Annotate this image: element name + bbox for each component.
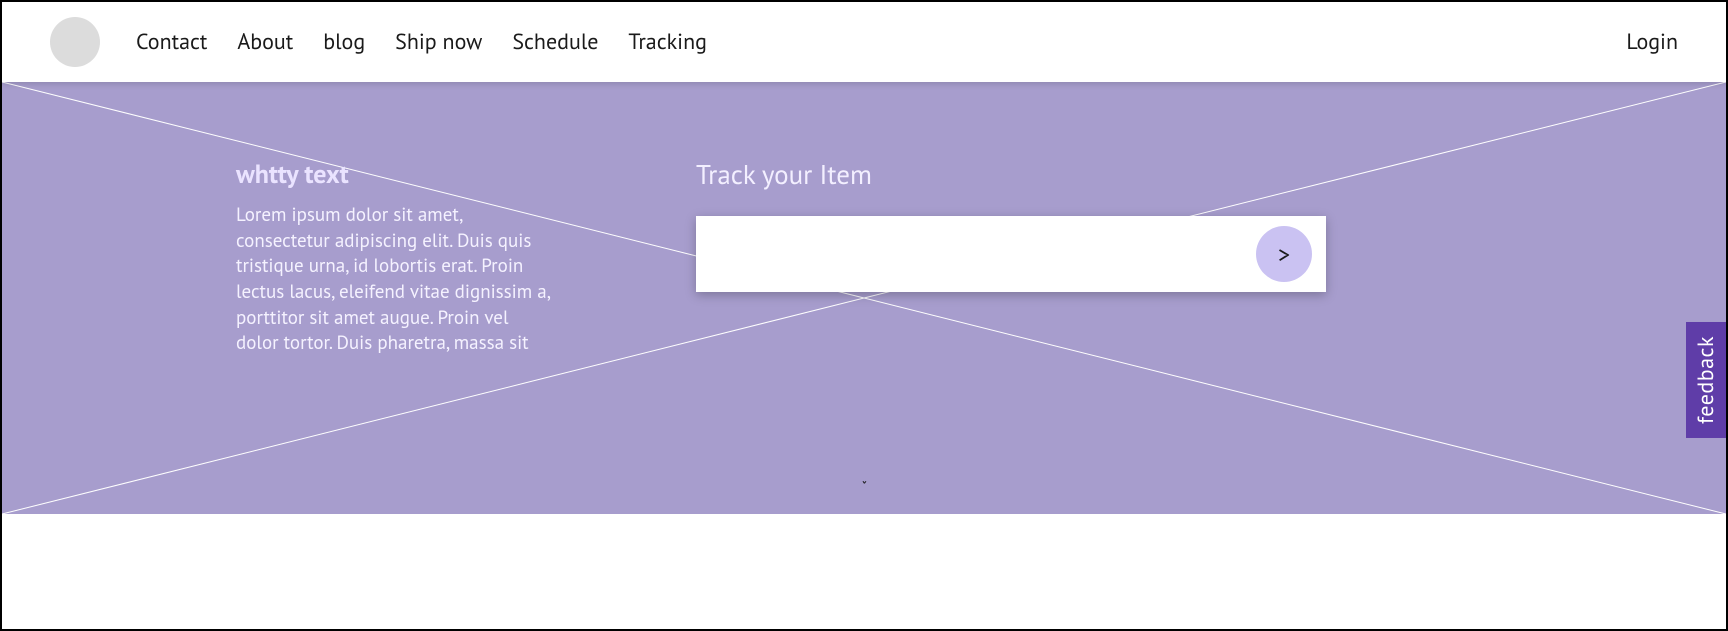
- hero-heading: whtty text: [236, 158, 556, 191]
- nav-tracking[interactable]: Tracking: [628, 28, 707, 56]
- nav-blog[interactable]: blog: [323, 28, 365, 56]
- nav-contact[interactable]: Contact: [136, 28, 207, 56]
- track-title: Track your Item: [696, 158, 1336, 192]
- logo-icon[interactable]: [50, 17, 100, 67]
- primary-nav: Contact About blog Ship now Schedule Tra…: [136, 28, 707, 56]
- hero-text-block: whtty text Lorem ipsum dolor sit amet, c…: [236, 158, 556, 357]
- hero-body-text: Lorem ipsum dolor sit amet, consectetur …: [236, 203, 556, 357]
- nav-schedule[interactable]: Schedule: [512, 28, 598, 56]
- nav-about[interactable]: About: [237, 28, 293, 56]
- feedback-tab[interactable]: feedback: [1686, 322, 1726, 438]
- tracking-number-input[interactable]: [716, 216, 1256, 292]
- track-submit-button[interactable]: >: [1256, 226, 1312, 282]
- nav-ship-now[interactable]: Ship now: [395, 28, 482, 56]
- hero-section: whtty text Lorem ipsum dolor sit amet, c…: [2, 82, 1726, 514]
- track-panel: Track your Item >: [696, 158, 1336, 292]
- login-link[interactable]: Login: [1626, 28, 1678, 56]
- top-nav: Contact About blog Ship now Schedule Tra…: [2, 2, 1726, 82]
- scroll-down-icon[interactable]: ˇ: [862, 479, 866, 494]
- track-input-group: >: [696, 216, 1326, 292]
